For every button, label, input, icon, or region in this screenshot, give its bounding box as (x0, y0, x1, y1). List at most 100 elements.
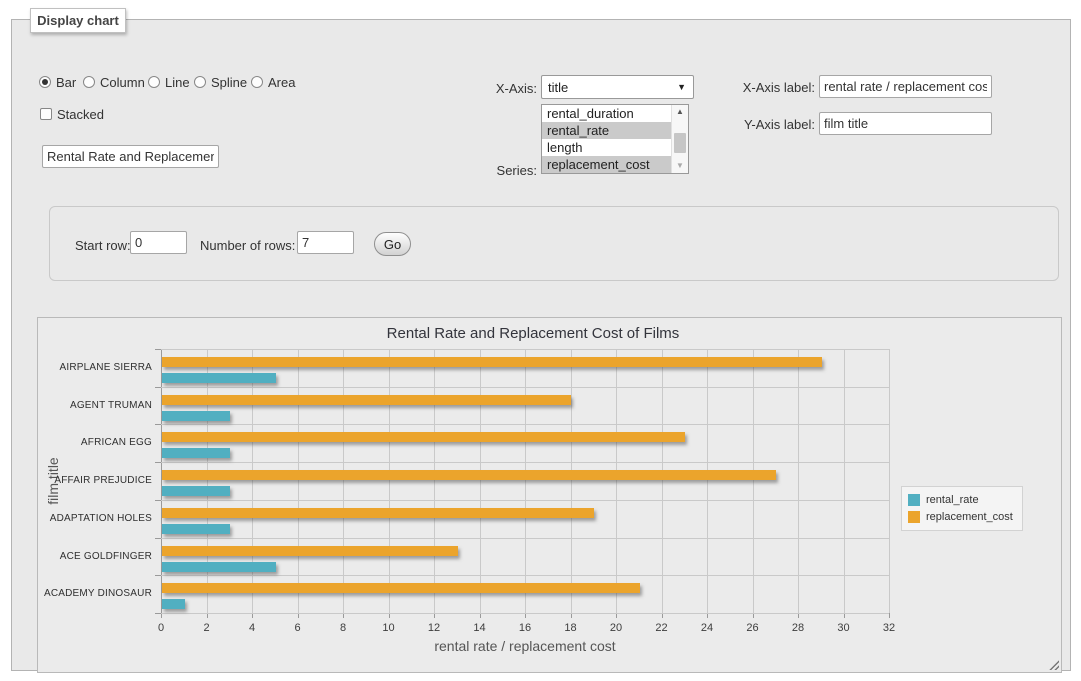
series-option-replacement-cost[interactable]: replacement_cost (542, 156, 671, 173)
series-option-length[interactable]: length (542, 139, 671, 156)
number-of-rows-input[interactable] (297, 231, 354, 254)
radio-area-label: Area (268, 75, 295, 90)
x-tick-label: 30 (819, 622, 869, 634)
go-button[interactable]: Go (374, 232, 411, 256)
start-row-label: Start row: (75, 238, 131, 253)
gridline-v (298, 349, 299, 613)
chart-title-input[interactable] (42, 145, 219, 168)
gridline-h (161, 387, 889, 388)
bar-rental_rate[interactable] (162, 373, 276, 383)
y-tick (155, 500, 161, 501)
x-tick-label: 14 (455, 622, 505, 634)
display-chart-panel: Display chart Bar Column Line Spline Are… (11, 19, 1071, 671)
y-axis-label-input[interactable] (819, 112, 992, 135)
x-tick-label: 12 (409, 622, 459, 634)
chart-title: Rental Rate and Replacement Cost of Film… (38, 325, 1028, 342)
x-axis-label-label: X-Axis label: (725, 80, 815, 95)
x-tick-label: 6 (273, 622, 323, 634)
listbox-scrollbar[interactable]: ▲ ▼ (671, 105, 688, 173)
x-tick-label: 10 (364, 622, 414, 634)
radio-line-icon[interactable] (148, 76, 160, 88)
gridline-v (707, 349, 708, 613)
gridline-v (889, 349, 890, 613)
bar-rental_rate[interactable] (162, 411, 230, 421)
chart-type-radio-column[interactable]: Column (83, 75, 145, 89)
legend-item-rental-rate[interactable]: rental_rate (908, 491, 1013, 508)
bar-replacement_cost[interactable] (162, 546, 458, 556)
number-of-rows-label: Number of rows: (200, 238, 295, 253)
category-label: AFFAIR PREJUDICE (38, 462, 152, 500)
start-row-input[interactable] (130, 231, 187, 254)
chevron-down-icon: ▼ (677, 82, 686, 92)
x-tick-label: 26 (728, 622, 778, 634)
stacked-label: Stacked (57, 107, 104, 122)
series-option-rental-rate[interactable]: rental_rate (542, 122, 671, 139)
bar-replacement_cost[interactable] (162, 583, 640, 593)
series-listbox[interactable]: rental_duration rental_rate length repla… (541, 104, 689, 174)
chart-type-radio-spline[interactable]: Spline (194, 75, 247, 89)
x-tick-label: 16 (500, 622, 550, 634)
bar-rental_rate[interactable] (162, 524, 230, 534)
bar-replacement_cost[interactable] (162, 470, 776, 480)
gridline-v (343, 349, 344, 613)
bar-rental_rate[interactable] (162, 599, 185, 609)
radio-column-label: Column (100, 75, 145, 90)
series-select-label: Series: (467, 163, 537, 178)
bar-replacement_cost[interactable] (162, 508, 594, 518)
radio-line-label: Line (165, 75, 190, 90)
radio-area-icon[interactable] (251, 76, 263, 88)
bar-rental_rate[interactable] (162, 486, 230, 496)
y-tick (155, 349, 161, 350)
x-tick-label: 8 (318, 622, 368, 634)
x-axis-label-input[interactable] (819, 75, 992, 98)
gridline-v (207, 349, 208, 613)
scroll-down-icon[interactable]: ▼ (672, 159, 688, 173)
gridline-h (161, 462, 889, 463)
category-label: ADAPTATION HOLES (38, 500, 152, 538)
page: Display chart Bar Column Line Spline Are… (0, 0, 1081, 681)
bar-replacement_cost[interactable] (162, 357, 822, 367)
stacked-checkbox[interactable] (40, 108, 52, 120)
resize-handle-icon[interactable] (1048, 659, 1059, 670)
bar-rental_rate[interactable] (162, 562, 276, 572)
bar-rental_rate[interactable] (162, 448, 230, 458)
bar-replacement_cost[interactable] (162, 432, 685, 442)
category-label: AIRPLANE SIERRA (38, 349, 152, 387)
panel-title: Display chart (30, 8, 126, 33)
x-tick-label: 2 (182, 622, 232, 634)
series-option-rental-duration[interactable]: rental_duration (542, 105, 671, 122)
y-tick (155, 613, 161, 614)
radio-bar-icon[interactable] (39, 76, 51, 88)
category-label: AGENT TRUMAN (38, 387, 152, 425)
gridline-h (161, 349, 889, 350)
x-tick-label: 32 (864, 622, 914, 634)
chart-type-radio-line[interactable]: Line (148, 75, 190, 89)
gridline-v (662, 349, 663, 613)
gridline-v (844, 349, 845, 613)
x-axis-select-value: title (548, 80, 568, 95)
x-tick (889, 613, 890, 618)
chart-type-radio-bar[interactable]: Bar (39, 75, 76, 89)
gridline-h (161, 613, 889, 614)
gridline-v (616, 349, 617, 613)
chart-legend: rental_rate replacement_cost (901, 486, 1023, 531)
x-axis-select[interactable]: title ▼ (541, 75, 694, 99)
bar-replacement_cost[interactable] (162, 395, 571, 405)
chart-canvas[interactable]: Rental Rate and Replacement Cost of Film… (37, 317, 1062, 673)
scroll-up-icon[interactable]: ▲ (672, 105, 688, 119)
radio-bar-label: Bar (56, 75, 76, 90)
gridline-h (161, 538, 889, 539)
rental-rate-swatch-icon (908, 494, 920, 506)
stacked-checkbox-row[interactable]: Stacked (40, 107, 104, 121)
chart-type-radio-area[interactable]: Area (251, 75, 295, 89)
scrollbar-thumb[interactable] (674, 133, 686, 153)
y-tick (155, 387, 161, 388)
legend-item-replacement-cost[interactable]: replacement_cost (908, 508, 1013, 525)
y-axis-label-label: Y-Axis label: (725, 117, 815, 132)
x-tick-label: 24 (682, 622, 732, 634)
y-tick (155, 424, 161, 425)
gridline-v (798, 349, 799, 613)
radio-spline-icon[interactable] (194, 76, 206, 88)
y-tick (155, 462, 161, 463)
radio-column-icon[interactable] (83, 76, 95, 88)
